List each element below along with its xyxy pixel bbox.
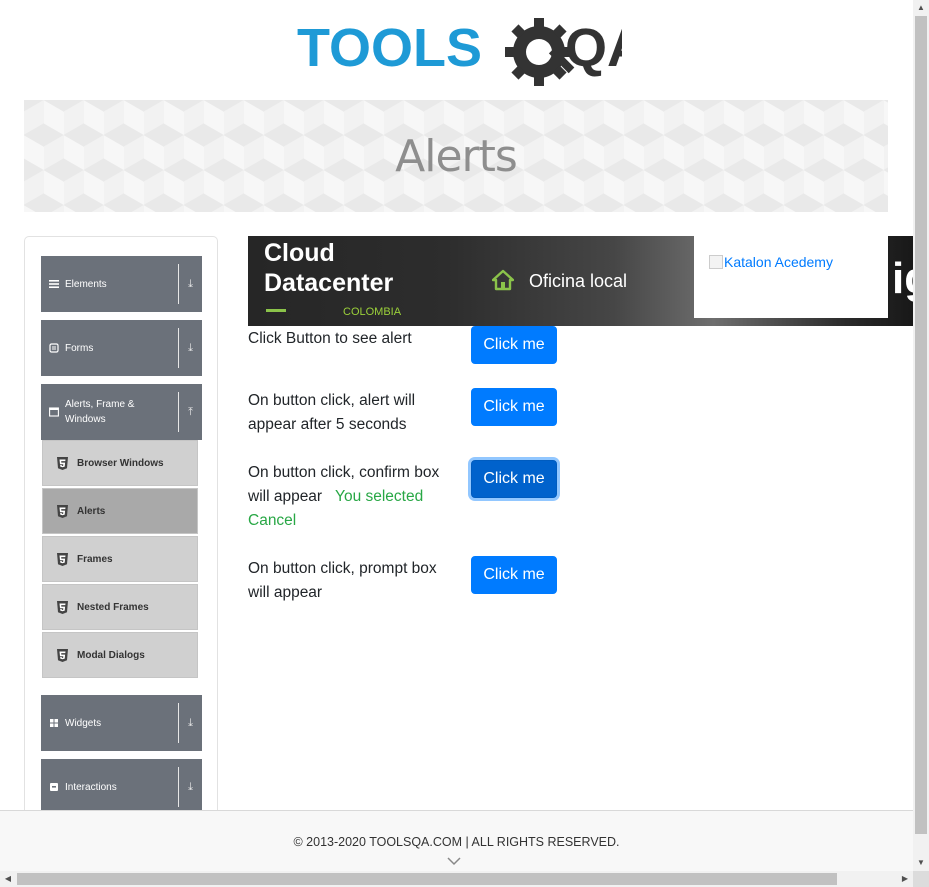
scroll-up-arrow-icon[interactable]: ▲: [913, 0, 929, 16]
sidebar-group-label: Alerts, Frame & Windows: [65, 399, 135, 425]
html5-icon: [57, 648, 68, 662]
ad-accent-line: [266, 309, 286, 312]
sidebar-group-forms[interactable]: Forms ⤓: [41, 320, 202, 376]
scroll-left-arrow-icon[interactable]: ◀: [0, 871, 16, 887]
sidebar-group-alerts-frame-windows[interactable]: Alerts, Frame & Windows ⤒: [41, 384, 202, 440]
scroll-right-arrow-icon[interactable]: ▶: [897, 871, 913, 887]
sidebar-group-label: Widgets: [65, 717, 102, 729]
scroll-down-arrow-icon[interactable]: ▼: [913, 855, 929, 871]
hamburger-icon: [49, 280, 59, 288]
sidebar-group-label: Forms: [65, 342, 94, 354]
footer-copyright: © 2013-2020 TOOLSQA.COM | ALL RIGHTS RES…: [293, 835, 620, 849]
ad-title: Cloud Datacenter: [264, 238, 393, 298]
page-footer: © 2013-2020 TOOLSQA.COM | ALL RIGHTS RES…: [0, 810, 913, 872]
gear-icon: [505, 18, 575, 86]
sidebar-item-browser-windows[interactable]: Browser Windows: [42, 440, 198, 486]
html5-icon: [57, 504, 68, 518]
sidebar-group-label: Elements: [65, 278, 107, 290]
sidebar-group-label: Interactions: [65, 781, 117, 793]
prompt-button[interactable]: Click me: [471, 556, 557, 594]
download-arrow-icon[interactable]: ⤓: [178, 264, 202, 304]
sidebar-item-label: Nested Frames: [77, 601, 149, 613]
sidebar-item-label: Modal Dialogs: [77, 649, 145, 661]
sidebar-item-modal-dialogs[interactable]: Modal Dialogs: [42, 632, 198, 678]
toolsqa-logo[interactable]: TOOLS QA: [297, 14, 622, 92]
square-icon: [50, 783, 58, 791]
katalon-ad-alt-text[interactable]: Katalon Acedemy: [724, 254, 833, 270]
download-arrow-icon[interactable]: ⤓: [178, 703, 202, 743]
sidebar-item-label: Browser Windows: [77, 457, 164, 469]
timer-alert-row-text: On button click, alert will appear after…: [248, 392, 416, 433]
upload-arrow-icon[interactable]: ⤒: [178, 392, 202, 432]
sidebar-group-elements[interactable]: Elements ⤓: [41, 256, 202, 312]
window-icon: [49, 407, 59, 417]
sidebar-item-label: Alerts: [77, 505, 106, 517]
download-arrow-icon[interactable]: ⤓: [178, 328, 202, 368]
sidebar-item-label: Frames: [77, 553, 113, 565]
logo-text-tools: TOOLS: [297, 18, 482, 78]
ad-trailing-text: ig: [892, 254, 913, 303]
ad-office-text: Oficina local: [529, 271, 628, 291]
page-title: Alerts: [395, 130, 518, 182]
sidebar-group-interactions[interactable]: Interactions ⤓: [41, 759, 202, 815]
sidebar-item-nested-frames[interactable]: Nested Frames: [42, 584, 198, 630]
house-icon: [492, 269, 514, 291]
grid-icon: [50, 719, 58, 727]
advertisement-banner[interactable]: Cloud Datacenter COLOMBIA Oficina local …: [248, 236, 913, 326]
page-banner: Alerts: [24, 100, 888, 212]
html5-icon: [57, 552, 68, 566]
ad-title-line2: Datacenter: [264, 269, 394, 297]
html5-icon: [57, 456, 68, 470]
logo-text-qa: QA: [565, 18, 622, 78]
download-arrow-icon[interactable]: ⤓: [178, 767, 202, 807]
sidebar-group-widgets[interactable]: Widgets ⤓: [41, 695, 202, 751]
alert-button[interactable]: Click me: [471, 326, 557, 364]
prompt-row-text: On button click, prompt box will appear: [248, 560, 437, 601]
alert-row-text: Click Button to see alert: [248, 330, 412, 347]
sidebar-item-alerts[interactable]: Alerts: [42, 488, 198, 534]
timer-alert-button[interactable]: Click me: [471, 388, 557, 426]
horizontal-scroll-thumb[interactable]: [17, 873, 837, 885]
ad-title-line1: Cloud: [264, 239, 335, 267]
broken-image-icon: [709, 255, 723, 269]
list-icon: [49, 343, 59, 353]
ad-country: COLOMBIA: [343, 306, 402, 318]
left-sidebar: Elements ⤓ Forms ⤓ Alerts, Frame & Windo…: [24, 236, 218, 816]
vertical-scroll-thumb[interactable]: [915, 16, 927, 834]
sidebar-item-frames[interactable]: Frames: [42, 536, 198, 582]
scrollbar-corner: [913, 871, 929, 887]
html5-icon: [57, 600, 68, 614]
chevron-down-icon[interactable]: [446, 855, 462, 867]
katalon-ad-image[interactable]: Katalon Acedemy: [694, 236, 888, 318]
vertical-scrollbar[interactable]: ▲ ▼: [913, 0, 929, 871]
confirm-row-text: On button click, confirm box will appear…: [248, 461, 448, 533]
confirm-button[interactable]: Click me: [471, 460, 557, 498]
horizontal-scrollbar[interactable]: ◀ ▶: [0, 871, 913, 887]
